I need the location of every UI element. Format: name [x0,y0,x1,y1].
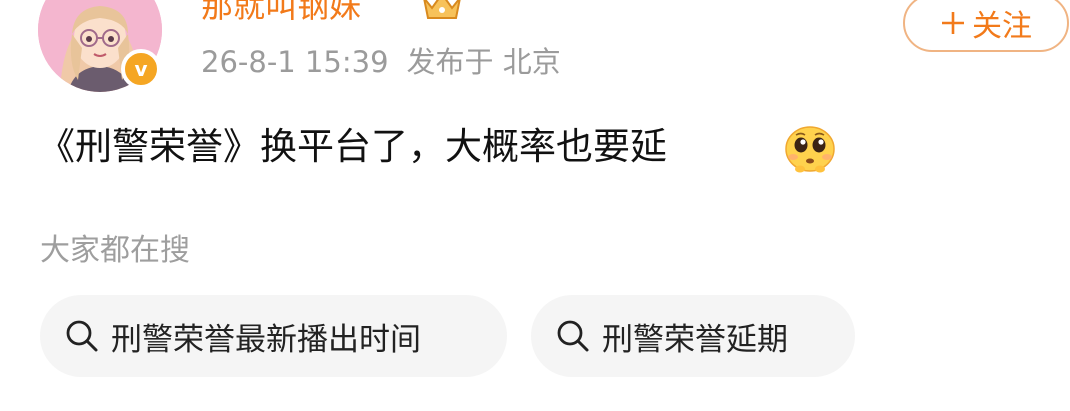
search-icon [66,320,98,352]
post-timestamp: 26-8-1 15:39 [201,45,389,79]
search-icon [557,320,589,352]
verified-badge-label: v [134,57,148,81]
post-location: 北京 [502,45,561,79]
username[interactable]: 那就叫钢妹 [201,0,361,26]
related-search-label: 刑警荣誉延期 [602,321,788,358]
related-search-item[interactable]: 刑警荣誉延期 [531,295,855,377]
verified-badge: v [121,49,161,89]
post-meta: 26-8-1 15:39 发布于 北京 [201,43,561,81]
crown-icon [423,0,461,19]
location-prefix: 发布于 [406,45,494,79]
plus-icon [942,12,964,34]
follow-button[interactable]: 关注 [903,0,1069,52]
related-search-label: 刑警荣誉最新播出时间 [111,321,421,358]
related-search-item[interactable]: 刑警荣誉最新播出时间 [40,295,507,377]
follow-button-label: 关注 [972,9,1032,44]
related-search-heading: 大家都在搜 [40,233,190,268]
post-content: 《刑警荣誉》换平台了，大概率也要延 [38,125,667,168]
pleading-face-emoji [785,126,835,173]
